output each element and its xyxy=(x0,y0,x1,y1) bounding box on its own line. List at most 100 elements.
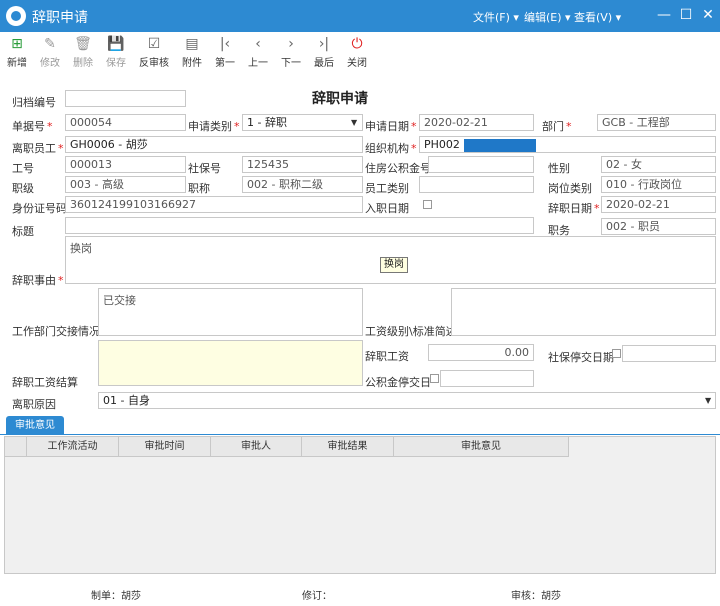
archive-no-label: 归档编号 xyxy=(12,96,56,109)
gender-label: 性别 xyxy=(548,162,570,175)
apply-type-select[interactable]: 1 - 辞职 xyxy=(242,114,363,131)
menu-edit[interactable]: 编辑(E) ▾ xyxy=(524,9,571,25)
menu-view[interactable]: 查看(V) ▾ xyxy=(574,9,621,25)
emp-no-input[interactable]: 000013 xyxy=(65,156,186,173)
resign-date-input[interactable]: 2020-02-21 xyxy=(601,196,716,213)
position-input[interactable]: 002 - 职员 xyxy=(601,218,716,235)
add-doc-icon: ⊞ xyxy=(11,36,23,52)
grid-column-header[interactable]: 审批时间 xyxy=(119,437,211,457)
chevron-left-icon: ‹ xyxy=(255,36,261,52)
id-card-input[interactable]: 360124199103166927 xyxy=(65,196,363,213)
app-logo-icon xyxy=(6,6,26,26)
handover-label: 工作部门交接情况 xyxy=(12,325,100,338)
doc-no-input[interactable]: 000054 xyxy=(65,114,186,131)
social-no-label: 社保号 xyxy=(188,162,221,175)
close-button[interactable]: ⏻ 关闭 xyxy=(340,36,374,69)
emp-no-label: 工号 xyxy=(12,162,34,175)
trash-icon: 🗑 xyxy=(74,36,92,52)
floppy-icon: 💾 xyxy=(107,36,125,52)
housing-no-label: 住房公积金号 xyxy=(365,162,431,175)
toolbar: ⊞ 新增 ✎ 修改 🗑 删除 💾 保存 ☑ 反审核 ▤ 附件 |‹ 第一 ‹ 上一 › 下一 ›|… xyxy=(0,32,720,72)
document-icon: ▤ xyxy=(185,36,199,52)
title-rank-input[interactable]: 002 - 职称二级 xyxy=(242,176,363,193)
archive-no-input[interactable] xyxy=(65,90,186,107)
rank-input[interactable]: 003 - 高级 xyxy=(65,176,186,193)
power-icon: ⏻ xyxy=(351,36,363,52)
grid-corner-header xyxy=(5,437,27,457)
org-selection-highlight xyxy=(463,138,536,152)
tab-approval[interactable]: 审批意见 xyxy=(6,416,64,435)
first-page-icon: |‹ xyxy=(219,36,231,52)
reason-tooltip: 换岗 xyxy=(380,257,408,273)
menu-file[interactable]: 文件(F) ▾ xyxy=(473,9,519,25)
employee-label: 离职员工 * xyxy=(12,142,64,155)
maker-text: 制单：胡莎 xyxy=(91,591,141,602)
new-button[interactable]: ⊞ 新增 xyxy=(0,36,34,69)
subject-label: 标题 xyxy=(12,225,34,238)
doc-no-label: 单据号 * xyxy=(12,120,53,133)
next-record-button[interactable]: › 下一 xyxy=(274,36,308,69)
first-record-button[interactable]: |‹ 第一 xyxy=(208,36,242,69)
clipboard-check-icon: ☑ xyxy=(147,36,161,52)
revise-text: 修订： xyxy=(302,591,332,602)
social-no-input[interactable]: 125435 xyxy=(242,156,363,173)
close-window-icon[interactable]: ✕ xyxy=(700,6,716,24)
emp-category-label: 员工类别 xyxy=(365,182,409,195)
edit-button[interactable]: ✎ 修改 xyxy=(33,36,67,69)
title-bar: 辞职申请 文件(F) ▾ 编辑(E) ▾ 查看(V) ▾ — ☐ ✕ xyxy=(0,0,720,32)
housing-stop-label: 公积金停交日 xyxy=(365,376,431,389)
entry-date-checkbox[interactable] xyxy=(423,200,432,209)
apply-date-input[interactable]: 2020-02-21 xyxy=(419,114,534,131)
dept-label: 部门 * xyxy=(542,120,572,133)
minimize-icon[interactable]: — xyxy=(656,6,672,24)
post-category-input[interactable]: 010 - 行政岗位 xyxy=(601,176,716,193)
emp-category-input[interactable] xyxy=(419,176,534,193)
form-title: 辞职申请 xyxy=(312,91,368,107)
dropdown-arrow-icon[interactable]: ▼ xyxy=(705,396,711,405)
gender-input[interactable]: 02 - 女 xyxy=(601,156,716,173)
title-rank-label: 职称 xyxy=(188,182,210,195)
chevron-right-icon: › xyxy=(288,36,294,52)
last-page-icon: ›| xyxy=(318,36,330,52)
prev-record-button[interactable]: ‹ 上一 xyxy=(241,36,275,69)
grid-column-header[interactable]: 审批人 xyxy=(211,437,302,457)
dept-input[interactable]: GCB - 工程部 xyxy=(597,114,716,131)
org-label: 组织机构 * xyxy=(365,142,417,155)
apply-type-label: 申请类别 * xyxy=(188,120,240,133)
footer-status: 制单：胡莎 修订： 审核：胡莎 xyxy=(0,585,720,603)
auditor-text: 审核：胡莎 xyxy=(511,591,561,602)
social-stop-checkbox[interactable] xyxy=(612,349,621,358)
housing-no-input[interactable] xyxy=(428,156,534,173)
post-category-label: 岗位类别 xyxy=(548,182,592,195)
dropdown-arrow-icon[interactable]: ▼ xyxy=(351,118,357,127)
reason-label: 辞职事由 * xyxy=(12,274,64,287)
attachment-button[interactable]: ▤ 附件 xyxy=(175,36,209,69)
resign-date-label: 辞职日期 * xyxy=(548,202,600,215)
salary-std-textarea[interactable] xyxy=(451,288,716,336)
resign-salary-input[interactable]: 0.00 xyxy=(428,344,534,361)
unreview-button[interactable]: ☑ 反审核 xyxy=(137,36,171,69)
rank-label: 职级 xyxy=(12,182,34,195)
leave-reason-label: 离职原因 xyxy=(12,398,56,411)
subject-input[interactable] xyxy=(65,217,534,234)
social-stop-input[interactable] xyxy=(622,345,716,362)
save-button[interactable]: 💾 保存 xyxy=(99,36,133,69)
leave-reason-select[interactable]: 01 - 自身 xyxy=(98,392,716,409)
resign-salary-label: 辞职工资 xyxy=(365,350,409,363)
employee-input[interactable]: GH0006 - 胡莎 xyxy=(65,136,363,153)
last-record-button[interactable]: ›| 最后 xyxy=(307,36,341,69)
salary-std-label: 工资级别\标准简述 xyxy=(365,325,457,338)
salary-settle-textarea[interactable] xyxy=(98,340,363,386)
maximize-icon[interactable]: ☐ xyxy=(678,6,694,24)
handover-textarea[interactable]: 已交接 xyxy=(98,288,363,336)
housing-stop-input[interactable] xyxy=(440,370,534,387)
delete-button[interactable]: 🗑 删除 xyxy=(66,36,100,69)
grid-column-header[interactable]: 审批意见 xyxy=(394,437,569,457)
pencil-icon: ✎ xyxy=(44,36,56,52)
housing-stop-checkbox[interactable] xyxy=(430,374,439,383)
grid-column-header[interactable]: 审批结果 xyxy=(302,437,394,457)
org-input[interactable]: PH002 xyxy=(419,136,716,153)
grid-column-header[interactable]: 工作流活动 xyxy=(27,437,119,457)
id-card-label: 身份证号码 xyxy=(12,202,67,215)
apply-date-label: 申请日期 * xyxy=(365,120,417,133)
